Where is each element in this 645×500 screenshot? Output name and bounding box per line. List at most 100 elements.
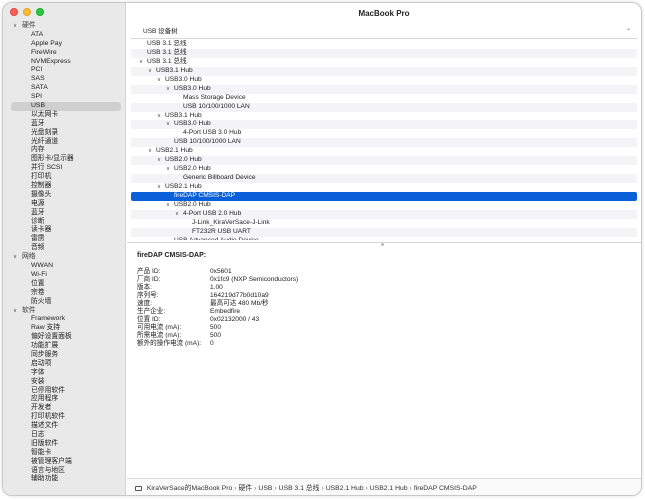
chevron-down-icon[interactable]: ∨ <box>13 22 17 31</box>
tree-row[interactable]: 4-Port USB 3.0 Hub <box>131 129 637 138</box>
sidebar-item[interactable]: 启动项 <box>3 360 125 369</box>
chevron-down-icon[interactable]: ∨ <box>148 147 156 156</box>
tree-row[interactable]: ∨ USB3.0 Hub <box>131 76 637 85</box>
sidebar-item[interactable]: Raw 支持 <box>3 324 125 333</box>
splitter-handle-icon[interactable] <box>381 243 384 246</box>
sidebar-item[interactable]: 读卡器 <box>3 226 125 235</box>
tree-row[interactable]: ∨ USB3.1 Hub <box>131 66 637 76</box>
sidebar-item[interactable]: 辅助功能 <box>3 475 125 484</box>
sidebar-item[interactable]: 描述文件 <box>3 422 125 431</box>
chevron-down-icon[interactable]: ∨ <box>13 253 17 262</box>
sidebar-item[interactable]: 光盘刻录 <box>3 129 125 138</box>
path-item[interactable]: USB2.1 Hub <box>326 485 364 492</box>
sidebar-item[interactable]: 位置 <box>3 280 125 289</box>
tree-row[interactable]: fireDAP CMSIS-DAP <box>131 191 637 201</box>
tree-row[interactable]: Mass Storage Device <box>131 94 637 103</box>
sidebar-item[interactable]: PCI <box>3 66 125 75</box>
tree-row[interactable]: J-Link_KiraVerSace-J-Link <box>131 219 637 228</box>
sidebar-item[interactable]: 控制器 <box>3 182 125 191</box>
sidebar-item[interactable]: SPI <box>3 93 125 102</box>
tree-row[interactable]: ∨ USB2.0 Hub <box>131 201 637 210</box>
sidebar-item[interactable]: SATA <box>3 84 125 93</box>
sidebar-item[interactable]: 开发者 <box>3 404 125 413</box>
sidebar-item[interactable]: 防火墙 <box>3 298 125 307</box>
sidebar-item[interactable]: 智能卡 <box>3 449 125 458</box>
sidebar-item[interactable]: 摄像头 <box>3 191 125 200</box>
tree-row[interactable]: USB 3.1 总线 <box>131 48 637 58</box>
sidebar-item[interactable]: 偏好设置面板 <box>3 333 125 342</box>
tree-row[interactable]: ∨ USB2.0 Hub <box>131 165 637 174</box>
minimize-button[interactable] <box>23 8 31 16</box>
sidebar-item[interactable]: WWAN <box>3 262 125 271</box>
zoom-button[interactable] <box>36 8 44 16</box>
sidebar-item[interactable]: 并行 SCSI <box>3 164 125 173</box>
sidebar-group[interactable]: ∨ 硬件 <box>3 22 125 31</box>
sidebar-item[interactable]: 被管理客户端 <box>3 458 125 467</box>
sidebar-item[interactable]: 雷雳 <box>3 235 125 244</box>
chevron-down-icon[interactable]: ∨ <box>166 201 174 210</box>
chevron-down-icon[interactable]: ∨ <box>157 183 165 192</box>
sidebar-item[interactable]: 诊断 <box>3 218 125 227</box>
sidebar-item[interactable]: 打印机软件 <box>3 413 125 422</box>
sidebar-item[interactable]: SAS <box>3 75 125 84</box>
pane-splitter[interactable] <box>127 242 641 246</box>
chevron-down-icon[interactable]: ∨ <box>157 76 165 85</box>
sidebar-item[interactable]: 已停用软件 <box>3 387 125 396</box>
usb-device-tree[interactable]: USB 3.1 总线 USB 3.1 总线 ∨ USB 3.1 总线 ∨ USB3.1 H… <box>131 40 637 240</box>
sidebar-item[interactable]: 图形卡/显示器 <box>3 155 125 164</box>
sort-chevron-icon[interactable]: ⌃ <box>626 25 631 39</box>
tree-row[interactable]: ∨ USB3.0 Hub <box>131 120 637 130</box>
tree-row[interactable]: Generic Billboard Device <box>131 174 637 183</box>
sidebar-item[interactable]: 音频 <box>3 244 125 253</box>
sidebar-item[interactable]: 应用程序 <box>3 395 125 404</box>
chevron-down-icon[interactable]: ∨ <box>157 112 165 121</box>
tree-row[interactable]: USB Advanced Audio Device <box>131 237 637 240</box>
path-item[interactable]: USB <box>258 485 272 492</box>
tree-row[interactable]: ∨ USB2.1 Hub <box>131 183 637 192</box>
close-button[interactable] <box>10 8 18 16</box>
tree-row[interactable]: USB 10/100/1000 LAN <box>131 138 637 148</box>
tree-row[interactable]: ∨ 4-Port USB 2.0 Hub <box>131 209 637 219</box>
tree-row[interactable]: ∨ USB3.1 Hub <box>131 112 637 121</box>
sidebar-item[interactable]: 以太网卡 <box>3 111 125 120</box>
tree-row[interactable]: ∨ USB3.0 Hub <box>131 84 637 94</box>
path-item[interactable]: fireDAP CMSIS-DAP <box>414 485 477 492</box>
sidebar-item[interactable]: Wi-Fi <box>3 271 125 280</box>
sidebar-item[interactable]: 电源 <box>3 200 125 209</box>
chevron-down-icon[interactable]: ∨ <box>166 165 174 174</box>
path-item[interactable]: KiraVerSace的MacBook Pro <box>147 485 232 492</box>
sidebar-item[interactable]: 同步服务 <box>3 351 125 360</box>
tree-row[interactable]: USB 10/100/1000 LAN <box>131 102 637 112</box>
sidebar-item[interactable]: FireWire <box>3 49 125 58</box>
path-item[interactable]: 硬件 <box>239 485 253 492</box>
sidebar-item[interactable]: 安装 <box>3 378 125 387</box>
tree-row[interactable]: ∨ USB 3.1 总线 <box>131 58 637 67</box>
tree-column-header[interactable]: USB 设备树 ⌃ <box>131 25 637 39</box>
sidebar-item[interactable]: NVMExpress <box>3 58 125 67</box>
tree-row[interactable]: FT232R USB UART <box>131 227 637 237</box>
path-item[interactable]: USB2.1 Hub <box>370 485 408 492</box>
tree-row[interactable]: ∨ USB2.1 Hub <box>131 147 637 156</box>
tree-row[interactable]: USB 3.1 总线 <box>131 40 637 49</box>
sidebar-item[interactable]: 功能扩展 <box>3 342 125 351</box>
sidebar-item[interactable]: 打印机 <box>3 173 125 182</box>
sidebar-item[interactable]: Framework <box>3 315 125 324</box>
sidebar-item[interactable]: Apple Pay <box>3 40 125 49</box>
chevron-down-icon[interactable]: ∨ <box>148 67 156 76</box>
sidebar-item[interactable]: 蓝牙 <box>3 209 125 218</box>
sidebar-item[interactable]: 宗卷 <box>3 289 125 298</box>
chevron-down-icon[interactable]: ∨ <box>166 120 174 129</box>
sidebar-item[interactable]: USB <box>3 102 125 111</box>
chevron-down-icon[interactable]: ∨ <box>166 85 174 94</box>
sidebar-item[interactable]: ATA <box>3 31 125 40</box>
tree-row[interactable]: ∨ USB2.0 Hub <box>131 156 637 166</box>
sidebar-item[interactable]: 旧版软件 <box>3 440 125 449</box>
chevron-down-icon[interactable]: ∨ <box>175 210 183 219</box>
sidebar-item[interactable]: 光纤通道 <box>3 138 125 147</box>
chevron-down-icon[interactable]: ∨ <box>13 307 17 316</box>
sidebar-item[interactable]: 字体 <box>3 369 125 378</box>
sidebar-item[interactable]: 蓝牙 <box>3 120 125 129</box>
sidebar-item[interactable]: 语言与地区 <box>3 467 125 476</box>
sidebar-item[interactable]: 日志 <box>3 431 125 440</box>
chevron-down-icon[interactable]: ∨ <box>157 156 165 165</box>
